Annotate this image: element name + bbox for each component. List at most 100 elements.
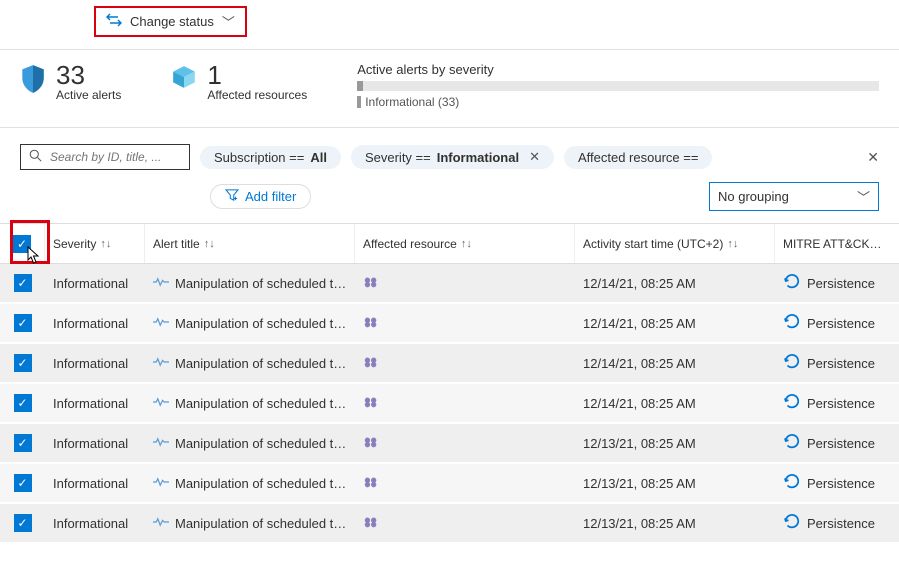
cell-start-time: 12/14/21, 08:25 AM [575,392,775,415]
resource-icon [363,515,379,532]
persistence-icon [783,473,801,493]
resource-icon [363,355,379,372]
chevron-down-icon: ﹀ [222,12,235,31]
cell-resource [355,311,575,336]
cell-mitre: Persistence [775,509,895,537]
cell-mitre: Persistence [775,269,895,297]
close-icon[interactable]: ✕ [529,149,540,165]
sort-icon: ↑↓ [461,238,472,250]
cell-severity: Informational [45,472,145,495]
cell-resource [355,511,575,536]
row-checkbox[interactable]: ✓ [14,474,32,492]
persistence-icon [783,393,801,413]
activity-icon [153,276,169,291]
activity-icon [153,476,169,491]
change-status-button[interactable]: Change status ﹀ [94,6,247,37]
change-status-label: Change status [130,14,214,29]
col-title[interactable]: Alert title↑↓ [145,224,355,263]
affected-resources-count: 1 [207,62,307,88]
cell-severity: Informational [45,432,145,455]
cell-start-time: 12/14/21, 08:25 AM [575,272,775,295]
cell-start-time: 12/14/21, 08:25 AM [575,352,775,375]
cell-title: Manipulation of scheduled t… [145,312,355,335]
cell-severity: Informational [45,392,145,415]
filter-subscription[interactable]: Subscription == All [200,146,341,169]
chevron-down-icon: ﹀ [857,187,870,206]
severity-legend: Informational (33) [357,95,879,109]
search-icon [29,149,42,165]
resource-icon [363,475,379,492]
cell-resource [355,431,575,456]
table-row[interactable]: ✓ Informational Manipulation of schedule… [0,464,899,504]
cell-title: Manipulation of scheduled t… [145,272,355,295]
affected-resources-label: Affected resources [207,88,307,102]
active-alerts-count: 33 [56,62,121,88]
filter-affected-resource[interactable]: Affected resource == [564,146,712,169]
activity-icon [153,516,169,531]
grouping-select[interactable]: No grouping ﹀ [709,182,879,211]
stats-row: 33 Active alerts 1 Affected resources Ac… [0,50,899,128]
cell-mitre: Persistence [775,309,895,337]
clear-filters-button[interactable]: ✕ [867,149,879,166]
resource-icon [363,435,379,452]
table-row[interactable]: ✓ Informational Manipulation of schedule… [0,264,899,304]
activity-icon [153,396,169,411]
table-header: ✓ Severity↑↓ Alert title↑↓ Affected reso… [0,224,899,264]
cell-start-time: 12/13/21, 08:25 AM [575,432,775,455]
col-mitre[interactable]: MITRE ATT&CK® t… [775,224,895,263]
row-checkbox[interactable]: ✓ [14,354,32,372]
cell-resource [355,271,575,296]
persistence-icon [783,313,801,333]
search-input[interactable] [48,149,181,165]
search-box[interactable] [20,144,190,170]
active-alerts-label: Active alerts [56,88,121,102]
add-filter-button[interactable]: Add filter [210,184,311,209]
cube-icon [171,64,197,93]
cell-title: Manipulation of scheduled t… [145,352,355,375]
col-severity[interactable]: Severity↑↓ [45,224,145,263]
severity-summary: Active alerts by severity Informational … [357,62,879,109]
shield-icon [20,64,46,97]
cell-severity: Informational [45,272,145,295]
table-row[interactable]: ✓ Informational Manipulation of schedule… [0,424,899,464]
cell-resource [355,471,575,496]
persistence-icon [783,273,801,293]
sort-icon: ↑↓ [100,238,111,250]
col-resource[interactable]: Affected resource↑↓ [355,224,575,263]
table-row[interactable]: ✓ Informational Manipulation of schedule… [0,304,899,344]
table-row[interactable]: ✓ Informational Manipulation of schedule… [0,384,899,424]
cell-title: Manipulation of scheduled t… [145,432,355,455]
col-start-time[interactable]: Activity start time (UTC+2)↑↓ [575,224,775,263]
row-checkbox[interactable]: ✓ [14,314,32,332]
activity-icon [153,356,169,371]
activity-icon [153,436,169,451]
row-checkbox[interactable]: ✓ [14,514,32,532]
cell-mitre: Persistence [775,389,895,417]
active-alerts-stat: 33 Active alerts [20,62,121,102]
select-all-checkbox[interactable]: ✓ [13,235,31,253]
cell-severity: Informational [45,512,145,535]
severity-bar [357,81,879,91]
sort-icon: ↑↓ [204,238,215,250]
table-row[interactable]: ✓ Informational Manipulation of schedule… [0,504,899,544]
alerts-table: ✓ Severity↑↓ Alert title↑↓ Affected reso… [0,223,899,544]
cell-severity: Informational [45,312,145,335]
persistence-icon [783,353,801,373]
filter-add-icon [225,189,239,204]
severity-title: Active alerts by severity [357,62,879,77]
cell-start-time: 12/13/21, 08:25 AM [575,472,775,495]
cell-mitre: Persistence [775,349,895,377]
table-row[interactable]: ✓ Informational Manipulation of schedule… [0,344,899,384]
sort-icon: ↑↓ [727,238,738,250]
row-checkbox[interactable]: ✓ [14,434,32,452]
cell-start-time: 12/13/21, 08:25 AM [575,512,775,535]
filter-severity[interactable]: Severity == Informational ✕ [351,145,554,169]
cell-start-time: 12/14/21, 08:25 AM [575,312,775,335]
resource-icon [363,275,379,292]
row-checkbox[interactable]: ✓ [14,394,32,412]
grouping-value: No grouping [718,189,789,204]
cell-mitre: Persistence [775,469,895,497]
row-checkbox[interactable]: ✓ [14,274,32,292]
cell-title: Manipulation of scheduled t… [145,472,355,495]
cell-resource [355,351,575,376]
